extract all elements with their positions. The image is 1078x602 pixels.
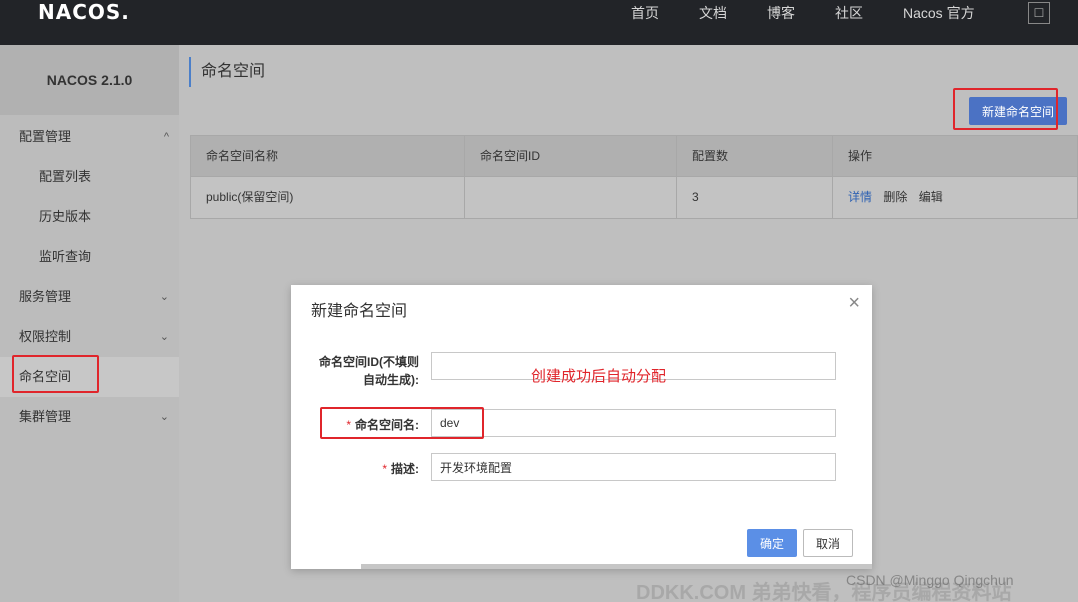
detail-link[interactable]: 详情 bbox=[848, 190, 872, 204]
sidebar: NACOS 2.1.0 配置管理 ^ 配置列表 历史版本 监听查询 服务管理 ⌄… bbox=[0, 45, 179, 602]
sidebar-item-label: 服务管理 bbox=[19, 289, 72, 304]
cell-config-count: 3 bbox=[677, 177, 833, 218]
sidebar-item-service-management[interactable]: 服务管理 ⌄ bbox=[0, 277, 179, 317]
edit-link[interactable]: 编辑 bbox=[919, 190, 943, 204]
sidebar-item-label: 权限控制 bbox=[19, 329, 72, 344]
chevron-down-icon: ⌄ bbox=[159, 331, 169, 343]
nacos-logo[interactable]: NACOS. bbox=[38, 0, 130, 24]
sidebar-item-label: 配置管理 bbox=[19, 129, 72, 144]
highlight-box-create-button bbox=[953, 88, 1058, 130]
nav-home[interactable]: 首页 bbox=[631, 0, 659, 26]
sidebar-item-cluster-management[interactable]: 集群管理 ⌄ bbox=[0, 397, 179, 437]
cell-namespace-id bbox=[465, 177, 677, 218]
dialog-scrollbar[interactable] bbox=[361, 564, 872, 569]
sidebar-item-label: 监听查询 bbox=[39, 249, 92, 264]
highlight-box-namespace bbox=[12, 355, 99, 393]
page-title: 命名空间 bbox=[189, 57, 265, 87]
confirm-button[interactable]: 确定 bbox=[747, 529, 797, 557]
table-row: public(保留空间) 3 详情 删除 编辑 bbox=[190, 177, 1078, 219]
auto-assign-hint: 创建成功后自动分配 bbox=[531, 368, 667, 385]
nav-nacos-official[interactable]: Nacos 官方 bbox=[903, 0, 975, 26]
top-nav-bar: NACOS. 首页 文档 博客 社区 Nacos 官方 ☐ bbox=[0, 0, 1078, 45]
nav-blog[interactable]: 博客 bbox=[767, 0, 795, 26]
nav-docs[interactable]: 文档 bbox=[699, 0, 727, 26]
column-header-id: 命名空间ID bbox=[465, 136, 677, 176]
sidebar-version: NACOS 2.1.0 bbox=[0, 45, 179, 115]
column-header-count: 配置数 bbox=[677, 136, 833, 176]
language-toggle-icon[interactable]: ☐ bbox=[1028, 2, 1050, 24]
sidebar-item-label: 配置列表 bbox=[39, 169, 92, 184]
close-icon[interactable]: × bbox=[848, 293, 860, 313]
cancel-button[interactable]: 取消 bbox=[803, 529, 853, 557]
nav-community[interactable]: 社区 bbox=[835, 0, 863, 26]
sidebar-item-history[interactable]: 历史版本 bbox=[0, 197, 179, 237]
required-mark: * bbox=[382, 462, 387, 476]
sidebar-item-config-list[interactable]: 配置列表 bbox=[0, 157, 179, 197]
sidebar-item-config-management[interactable]: 配置管理 ^ bbox=[0, 117, 179, 157]
column-header-actions: 操作 bbox=[848, 149, 873, 163]
delete-link[interactable]: 删除 bbox=[883, 190, 907, 204]
sidebar-item-label: 集群管理 bbox=[19, 409, 72, 424]
chevron-up-icon: ^ bbox=[163, 131, 169, 143]
sidebar-item-listener-query[interactable]: 监听查询 bbox=[0, 237, 179, 277]
column-header-name: 命名空间名称 bbox=[191, 136, 465, 176]
sidebar-item-label: 历史版本 bbox=[39, 209, 92, 224]
sidebar-item-access-control[interactable]: 权限控制 ⌄ bbox=[0, 317, 179, 357]
csdn-watermark: CSDN @Minggo Qingchun bbox=[846, 572, 1014, 588]
table-header-row: 命名空间名称 命名空间ID 配置数 操作 bbox=[190, 135, 1078, 177]
chevron-down-icon: ⌄ bbox=[159, 411, 169, 423]
description-input[interactable] bbox=[431, 453, 836, 481]
namespace-id-label: 命名空间ID(不填则 自动生成): bbox=[319, 355, 419, 387]
description-label: * 描述: bbox=[382, 462, 419, 476]
dialog-title: 新建命名空间 bbox=[311, 303, 408, 320]
highlight-box-namespace-name bbox=[320, 407, 484, 439]
cell-namespace-name: public(保留空间) bbox=[191, 177, 465, 218]
chevron-down-icon: ⌄ bbox=[159, 291, 169, 303]
namespace-name-input[interactable] bbox=[431, 409, 836, 437]
cell-actions: 详情 删除 编辑 bbox=[833, 177, 1078, 218]
